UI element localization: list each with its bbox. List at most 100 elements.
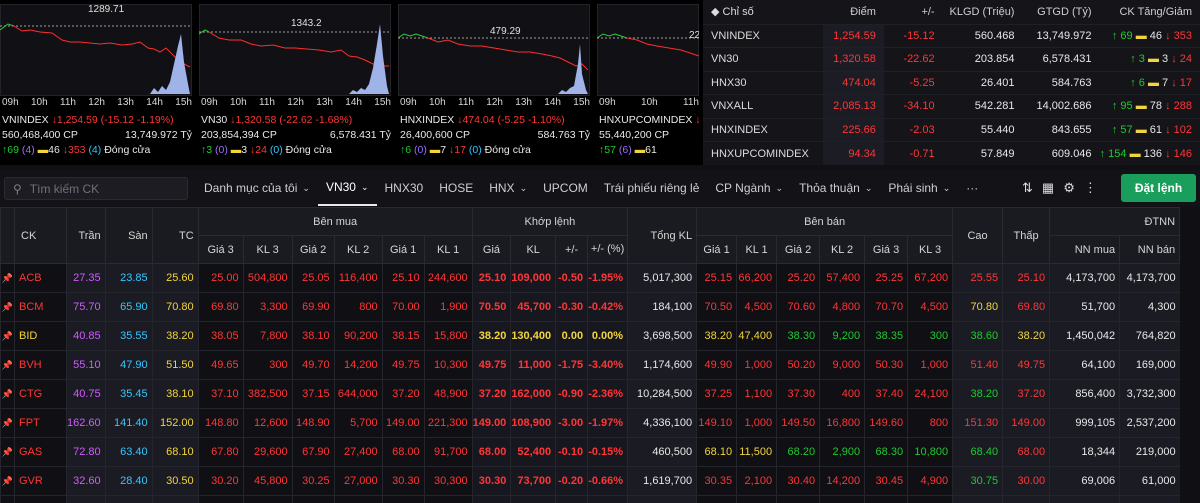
- tab-sector[interactable]: CP Ngành ⌄: [707, 170, 791, 206]
- tab-hose[interactable]: HOSE: [431, 170, 481, 206]
- col-ask-price-2[interactable]: Giá 2: [776, 235, 821, 264]
- stock-search-box[interactable]: ⚲: [4, 177, 188, 200]
- col-match-vol[interactable]: KL: [510, 235, 557, 264]
- col-bid-vol-1[interactable]: KL 1: [423, 235, 473, 264]
- collapse-icon[interactable]: ◆: [711, 6, 723, 18]
- index-volume-line: 560,468,400 CP 13,749.972 Tỷ: [2, 129, 192, 141]
- chevron-down-icon: ⌄: [302, 182, 310, 193]
- cell-match-vol: 52,400: [510, 437, 556, 467]
- index-volume: 542.281: [942, 94, 1023, 118]
- index-volume-line: 203,854,394 CP 6,578.431 Tỷ: [201, 129, 391, 141]
- table-row[interactable]: 📌HDB26.8523.3525.1024.3560,60024.4027,60…: [0, 495, 1180, 503]
- tab-vn30[interactable]: VN30 ⌄: [317, 170, 377, 206]
- pin-icon[interactable]: 📌: [0, 495, 15, 503]
- tab-upcom[interactable]: UPCOM: [535, 170, 596, 206]
- pin-icon[interactable]: 📌: [0, 408, 15, 438]
- table-row[interactable]: 📌 CTG 40.75 35.45 38.10 37.10 382,500 37.15 644,…: [0, 379, 1180, 409]
- cell-ceiling: 27.35: [66, 263, 106, 293]
- gear-icon[interactable]: ⚙: [1063, 180, 1075, 196]
- table-row[interactable]: 📌 BID 40.85 35.55 38.20 38.05 7,800 38.10 90,200…: [0, 321, 1180, 351]
- col-bid-price-2[interactable]: Giá 2: [291, 235, 335, 264]
- index-value: 843.655: [1022, 117, 1100, 142]
- col-high[interactable]: Cao: [952, 207, 1004, 264]
- cell-ask-vol-2: 400: [819, 379, 865, 409]
- index-breadth: ↑ 95 ▬ 78 ↓ 288: [1099, 94, 1200, 118]
- cell-ask-vol-3: 4,000: [907, 495, 953, 503]
- col-ceiling[interactable]: Trần: [66, 207, 106, 264]
- col-bid-vol-3[interactable]: KL 3: [242, 235, 293, 264]
- col-reference[interactable]: TC: [151, 207, 199, 264]
- table-row[interactable]: 📌 BCM 75.70 65.90 70.80 69.80 3,300 69.90 800 70.…: [0, 292, 1180, 322]
- col-ask-vol-3[interactable]: KL 3: [907, 235, 954, 264]
- col-ask-price-3[interactable]: Giá 3: [864, 235, 909, 264]
- index-volume: 203,854,394 CP: [201, 129, 277, 141]
- pin-icon[interactable]: 📌: [0, 263, 15, 293]
- cell-reference: 38.20: [151, 321, 199, 351]
- cell-bid-price-3: 49.65: [197, 350, 244, 380]
- cell-low: 30.00: [1002, 466, 1050, 496]
- time-tick: 11h: [458, 97, 474, 108]
- index-row[interactable]: HNX30 474.04 -5.25 26.401 584.763 ↑ 6 ▬ 7 ↓ 1…: [703, 70, 1200, 95]
- cell-bid-price-3: 37.10: [197, 379, 244, 409]
- index-breadth-line: ↑57 (6) ▬61: [599, 144, 699, 156]
- index-row[interactable]: VN30 1,320.58 -22.62 203.854 6,578.431 ↑ 3 ▬ …: [703, 47, 1200, 71]
- col-bid-vol-2[interactable]: KL 2: [333, 235, 383, 264]
- col-bid-price-1[interactable]: Giá 1: [381, 235, 425, 264]
- table-row[interactable]: 📌 FPT 162.60 141.40 152.00 148.80 12,600 148.90…: [0, 408, 1180, 438]
- more-vertical-icon[interactable]: ⋮: [1084, 180, 1097, 196]
- col-foreign-sell[interactable]: NN bán: [1119, 235, 1181, 264]
- table-row[interactable]: 📌 GVR 32.60 28.40 30.50 30.20 45,800 30.25 27,00…: [0, 466, 1180, 496]
- tab-private-bonds[interactable]: Trái phiếu riêng lẻ: [596, 170, 708, 206]
- col-total-volume[interactable]: Tổng KL: [627, 207, 698, 264]
- pin-icon[interactable]: 📌: [0, 292, 15, 322]
- index-row[interactable]: VNINDEX 1,254.59 -15.12 560.468 13,749.972 ↑ …: [703, 23, 1200, 48]
- cell-foreign-buy: 226,100: [1049, 495, 1120, 503]
- cell-change: -0.90: [555, 379, 588, 409]
- tab-negotiated[interactable]: Thỏa thuận ⌄: [791, 170, 880, 206]
- mini-chart-hnxindex[interactable]: 479.29 09h 10h 11h 12h 13h 14h 15h HNXINDEX ↓4…: [398, 4, 590, 159]
- col-match-price[interactable]: Giá: [471, 235, 512, 264]
- index-row[interactable]: HNXINDEX 225.66 -2.03 55.440 843.655 ↑ 57 ▬ 6…: [703, 117, 1200, 142]
- col-ask-price-1[interactable]: Giá 1: [696, 235, 738, 264]
- decliners: 146: [1173, 147, 1192, 160]
- tab-derivatives[interactable]: Phái sinh ⌄: [880, 170, 958, 206]
- tab-my-watchlist[interactable]: Danh mục của tôi ⌄: [196, 170, 318, 206]
- index-value: 14,002.686: [1022, 94, 1100, 118]
- pin-icon[interactable]: 📌: [0, 321, 15, 351]
- stock-search-input[interactable]: [29, 181, 180, 196]
- place-order-button[interactable]: Đặt lệnh: [1121, 174, 1196, 202]
- pin-icon[interactable]: 📌: [0, 379, 15, 409]
- pin-icon[interactable]: 📌: [0, 350, 15, 380]
- col-change-pct[interactable]: +/- (%): [587, 235, 629, 264]
- pin-icon[interactable]: 📌: [0, 466, 15, 496]
- mini-chart-hnxupcomindex[interactable]: 22 09h 10h 11h HNXUPCOMINDEX ↓ 55,440,200 …: [597, 4, 699, 159]
- decliners: 17: [454, 144, 466, 156]
- index-row[interactable]: VNXALL 2,085.13 -34.10 542.281 14,002.686 ↑ 9…: [703, 94, 1200, 118]
- index-name: VN30: [201, 114, 228, 126]
- tab-more[interactable]: ···: [958, 170, 986, 206]
- table-row[interactable]: 📌 BVH 55.10 47.90 51.50 49.65 300 49.70 14,200 49…: [0, 350, 1180, 380]
- col-low[interactable]: Thấp: [1002, 207, 1051, 264]
- excel-export-icon[interactable]: ▦: [1042, 180, 1054, 196]
- cell-ask-price-1: 24.50: [696, 495, 737, 503]
- col-ask-vol-2[interactable]: KL 2: [819, 235, 866, 264]
- table-row[interactable]: 📌 GAS 72.80 63.40 68.10 67.80 29,600 67.90 27,40…: [0, 437, 1180, 467]
- cell-bid-vol-2: 90,200: [333, 321, 383, 351]
- tab-hnx[interactable]: HNX ⌄: [481, 170, 535, 206]
- col-ask-vol-1[interactable]: KL 1: [736, 235, 778, 264]
- col-symbol[interactable]: CK: [14, 207, 67, 264]
- index-name: VNINDEX: [703, 23, 823, 48]
- col-bid-price-3[interactable]: Giá 3: [197, 235, 244, 264]
- cell-ask-price-3: 38.35: [864, 321, 908, 351]
- cell-ask-price-3: 149.60: [864, 408, 908, 438]
- col-change[interactable]: +/-: [555, 235, 589, 264]
- mini-chart-vn30[interactable]: 1343.2 09h 10h 11h 12h 13h 14h 15h VN30 ↓1,320…: [199, 4, 391, 159]
- sort-icon[interactable]: ⇅: [1022, 180, 1033, 196]
- col-foreign-buy[interactable]: NN mua: [1049, 235, 1121, 264]
- tab-hnx30[interactable]: HNX30: [377, 170, 432, 206]
- col-floor[interactable]: Sàn: [104, 207, 153, 264]
- pin-icon[interactable]: 📌: [0, 437, 15, 467]
- index-row[interactable]: HNXUPCOMINDEX 94.34 -0.71 57.849 609.046 ↑ 15…: [703, 141, 1200, 165]
- mini-chart-vnindex[interactable]: 1289.71 09h 10h 11h 12h 13h 14h 15h VNINDEX ↓1…: [0, 4, 192, 159]
- table-row[interactable]: 📌 ACB 27.35 23.85 25.60 25.00 504,800 25.05 116,…: [0, 263, 1180, 293]
